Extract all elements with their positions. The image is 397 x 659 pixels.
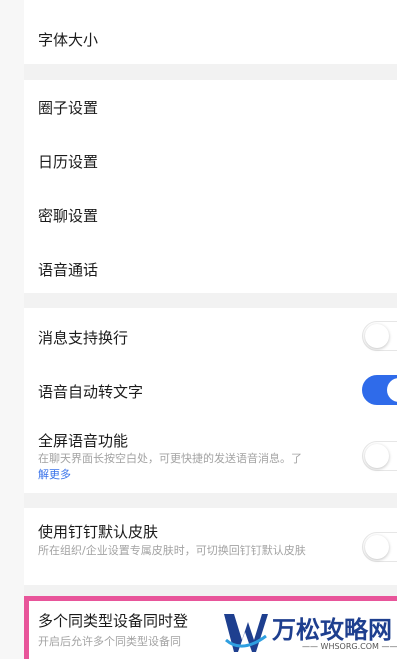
msg-newline-row: 消息支持换行	[24, 308, 397, 363]
secret-chat-settings-label: 密聊设置	[38, 207, 99, 225]
fullscreen-voice-label: 全屏语音功能	[38, 432, 129, 450]
voice-to-text-toggle[interactable]	[362, 375, 397, 405]
default-skin-label: 使用钉钉默认皮肤	[38, 523, 159, 541]
watermark-brand: 万松攻略网	[272, 616, 392, 644]
voice-call-label: 语音通话	[38, 261, 99, 279]
default-skin-desc: 所在组织/企业设置专属皮肤时，可切换回钉钉默认皮肤	[38, 544, 306, 557]
fullscreen-voice-desc: 在聊天界面长按空白处，可更快捷的发送语音消息。了 解更多	[38, 451, 343, 483]
voice-call-row[interactable]: 语音通话	[24, 241, 397, 293]
msg-newline-toggle[interactable]	[362, 321, 397, 351]
font-size-label: 字体大小	[38, 31, 99, 49]
watermark-logo-icon	[224, 614, 268, 652]
learn-more-link[interactable]: 解更多	[38, 468, 71, 481]
voice-to-text-label: 语音自动转文字	[38, 383, 144, 401]
left-margin	[0, 0, 24, 659]
circle-settings-label: 圈子设置	[38, 99, 99, 117]
voice-to-text-row: 语音自动转文字	[24, 363, 397, 417]
fullscreen-voice-row: 全屏语音功能 在聊天界面长按空白处，可更快捷的发送语音消息。了 解更多	[24, 417, 397, 493]
default-skin-row: 使用钉钉默认皮肤 所在组织/企业设置专属皮肤时，可切换回钉钉默认皮肤	[24, 508, 397, 585]
default-skin-toggle[interactable]	[362, 532, 397, 562]
watermark-site: —— WHSORG.COM ——	[302, 642, 397, 651]
watermark: 万松攻略网 —— WHSORG.COM ——	[214, 604, 397, 659]
multi-device-label: 多个同类型设备同时登	[38, 612, 189, 630]
toggle-knob	[365, 324, 389, 348]
secret-chat-settings-row[interactable]: 密聊设置	[24, 187, 397, 241]
fullscreen-voice-desc-text: 在聊天界面长按空白处，可更快捷的发送语音消息。了	[38, 452, 302, 465]
msg-newline-label: 消息支持换行	[38, 329, 129, 347]
toggle-knob	[387, 378, 397, 402]
font-size-row[interactable]: 字体大小	[24, 0, 397, 64]
calendar-settings-row[interactable]: 日历设置	[24, 133, 397, 187]
calendar-settings-label: 日历设置	[38, 153, 99, 171]
fullscreen-voice-toggle[interactable]	[362, 441, 397, 471]
circle-settings-row[interactable]: 圈子设置	[24, 80, 397, 133]
toggle-knob	[365, 444, 389, 468]
toggle-knob	[365, 535, 389, 559]
